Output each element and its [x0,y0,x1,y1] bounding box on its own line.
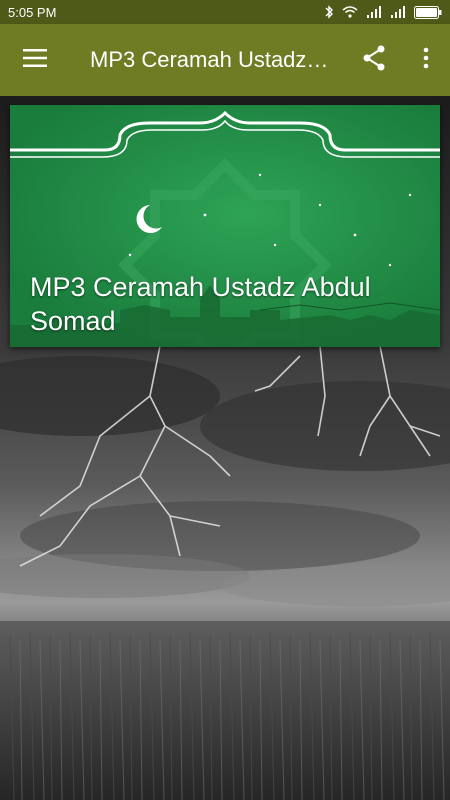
signal-icon [390,6,406,18]
status-icons [324,5,442,19]
status-bar: 5:05 PM [0,0,450,24]
app-title: MP3 Ceramah Ustadz Abdul Somad [90,47,330,72]
menu-button[interactable] [0,24,70,96]
hamburger-menu-icon [23,48,47,72]
share-button[interactable] [350,24,398,96]
share-icon [362,45,386,76]
app-bar: MP3 Ceramah Ustadz Abdul Somad [0,24,450,96]
wifi-icon [342,6,358,18]
banner-title: MP3 Ceramah Ustadz Abdul Somad [30,272,371,336]
battery-icon [414,5,442,19]
status-time: 5:05 PM [8,4,57,20]
more-options-button[interactable] [402,24,450,96]
banner-card[interactable]: MP3 Ceramah Ustadz Abdul Somad [10,105,440,347]
bluetooth-icon [324,5,334,19]
signal-icon [366,6,382,18]
more-vert-icon [423,47,429,74]
